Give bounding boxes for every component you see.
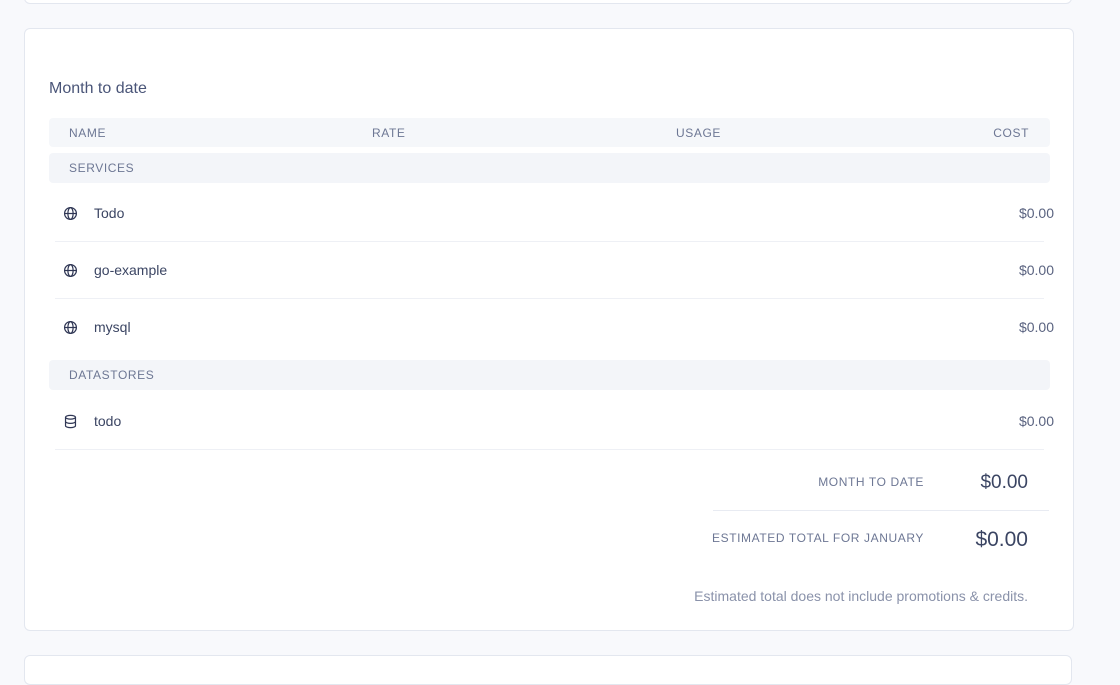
table-header: NAME RATE USAGE COST: [49, 118, 1050, 147]
globe-icon: [63, 320, 78, 335]
row-cost: $0.00: [1018, 262, 1054, 278]
table-row[interactable]: Todo $0.00: [55, 185, 1054, 242]
section-label: SERVICES: [69, 161, 135, 175]
section-label: DATASTORES: [69, 368, 155, 382]
table-row[interactable]: go-example $0.00: [55, 242, 1054, 299]
column-name-header: NAME: [69, 126, 107, 140]
next-card: [24, 655, 1072, 685]
globe-icon: [63, 206, 78, 221]
row-name: mysql: [94, 319, 131, 335]
row-cost: $0.00: [1018, 319, 1054, 335]
row-name: todo: [94, 413, 122, 429]
estimated-total-label: ESTIMATED TOTAL FOR JANUARY: [711, 531, 924, 545]
section-datastores: DATASTORES: [49, 360, 1050, 390]
row-cost: $0.00: [1018, 205, 1054, 221]
column-rate-header: RATE: [372, 126, 406, 140]
row-name: Todo: [94, 205, 125, 221]
billing-card: Month to date NAME RATE USAGE COST SERVI…: [24, 28, 1074, 631]
footnote: Estimated total does not include promoti…: [694, 588, 1028, 604]
table-row[interactable]: todo $0.00: [55, 393, 1054, 450]
database-icon: [63, 414, 78, 429]
column-cost-header: COST: [993, 126, 1029, 140]
table-row[interactable]: mysql $0.00: [55, 299, 1054, 356]
row-name: go-example: [94, 262, 168, 278]
globe-icon: [63, 263, 78, 278]
row-cost: $0.00: [1018, 413, 1054, 429]
column-usage-header: USAGE: [676, 126, 722, 140]
month-to-date-label: MONTH TO DATE: [818, 475, 924, 489]
section-services: SERVICES: [49, 153, 1050, 183]
summary-divider: [713, 510, 1049, 511]
month-to-date-value: $0.00: [980, 472, 1028, 493]
previous-card: [24, 0, 1072, 4]
estimated-total-value: $0.00: [975, 528, 1028, 551]
card-title: Month to date: [49, 80, 147, 97]
